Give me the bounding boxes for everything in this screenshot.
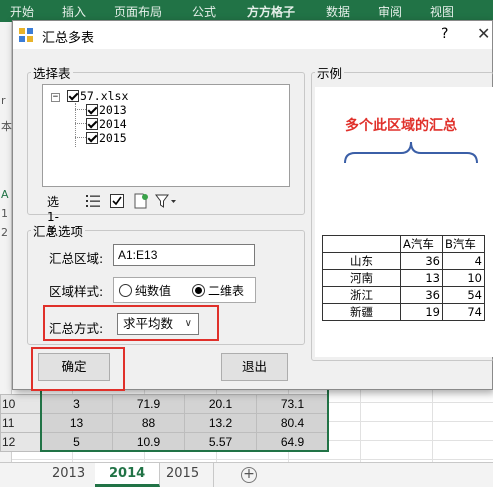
- app-icon: [19, 28, 33, 42]
- sheet-tab-bar: 2013 2014 2015 +: [0, 462, 493, 487]
- ribbon-tab[interactable]: 数据: [326, 3, 350, 20]
- sheet-tab-2015[interactable]: 2015: [152, 463, 215, 487]
- ribbon-tab[interactable]: 视图: [430, 3, 454, 20]
- table-cell: 74: [442, 303, 485, 321]
- example-legend: 示例: [317, 66, 343, 81]
- sheet-tree[interactable]: − 57.xlsx 2013 2014 2015: [42, 84, 290, 187]
- radio-label: 纯数值: [135, 284, 172, 298]
- table-cell: 10: [442, 269, 485, 287]
- select-sheets-legend: 选择表: [33, 66, 71, 81]
- table-cell: 4: [442, 252, 485, 270]
- ribbon-tab[interactable]: 开始: [10, 3, 34, 20]
- help-icon[interactable]: ?: [441, 26, 448, 42]
- table-row: 浙江 36 54: [322, 286, 485, 304]
- radio-label: 二维表: [208, 284, 245, 298]
- table-cell: 河南: [322, 269, 401, 287]
- radio-pure-values[interactable]: 纯数值: [119, 282, 171, 299]
- row-header[interactable]: 12: [0, 432, 41, 452]
- row-header-fragment: 2: [1, 226, 8, 239]
- brace-icon: [344, 141, 478, 164]
- summary-options-legend: 汇总选项: [33, 224, 84, 239]
- list-icon[interactable]: [85, 193, 101, 209]
- checkbox-2014[interactable]: [86, 118, 98, 130]
- table-cell: 36: [400, 252, 443, 270]
- excel-ribbon: 开始 插入 页面布局 公式 方方格子 数据 审阅 视图: [0, 0, 493, 22]
- close-icon[interactable]: ✕: [477, 24, 490, 43]
- check-all-icon[interactable]: [109, 193, 125, 209]
- table-row: A汽车 B汽车: [322, 235, 485, 253]
- highlight-ok: [31, 347, 125, 391]
- tree-item[interactable]: 2015: [86, 131, 127, 145]
- tree-root-label: 57.xlsx: [79, 89, 129, 103]
- dialog-title: 汇总多表: [42, 31, 95, 46]
- radio-2d-table[interactable]: 二维表: [192, 282, 244, 299]
- example-preview: 多个此区域的汇总 A汽车 B汽车 山东 36 4 河南 13 10 浙江 36: [315, 87, 493, 357]
- tree-item-label: 2014: [99, 117, 127, 131]
- tree-item[interactable]: 2013: [86, 103, 127, 117]
- tree-item-label: 2015: [99, 131, 127, 145]
- checkbox-root[interactable]: [66, 90, 79, 102]
- ribbon-tab[interactable]: 方方格子: [247, 3, 295, 20]
- selection-border: [40, 385, 329, 452]
- sheet-tab-2013[interactable]: 2013: [38, 463, 101, 487]
- ribbon-tab[interactable]: 审阅: [378, 3, 402, 20]
- tree-item-label: 2013: [99, 103, 127, 117]
- checkbox-2015[interactable]: [86, 132, 98, 144]
- area-label: 汇总区域:: [49, 251, 104, 266]
- table-cell: 浙江: [322, 286, 401, 304]
- exit-button[interactable]: 退出: [221, 353, 288, 381]
- row-header-fragment: 1: [1, 207, 8, 220]
- table-row: 河南 13 10: [322, 269, 485, 287]
- new-document-icon[interactable]: [133, 193, 149, 209]
- sheet-tab-2014[interactable]: 2014: [95, 463, 161, 487]
- ribbon-tab[interactable]: 页面布局: [114, 3, 162, 20]
- column-header-fragment: A: [1, 188, 9, 201]
- example-title: 多个此区域的汇总: [345, 118, 457, 134]
- table-cell: 新疆: [322, 303, 401, 321]
- table-header: B汽车: [442, 235, 485, 253]
- table-row: 山东 36 4: [322, 252, 485, 270]
- table-cell: 36: [400, 286, 443, 304]
- dialog-titlebar: 汇总多表 ? ✕: [13, 21, 492, 49]
- table-header: A汽车: [400, 235, 443, 253]
- highlight-method: [43, 305, 219, 341]
- radio-circle[interactable]: [192, 284, 205, 297]
- table-cell: 54: [442, 286, 485, 304]
- row-header[interactable]: 11: [0, 413, 41, 433]
- ribbon-tab[interactable]: 公式: [192, 3, 216, 20]
- checkbox-2013[interactable]: [86, 104, 98, 116]
- row-header[interactable]: 10: [0, 394, 41, 414]
- area-input[interactable]: A1:E13: [113, 244, 255, 266]
- table-row: 新疆 19 74: [322, 303, 485, 321]
- style-radio-group: 纯数值 二维表: [113, 277, 256, 303]
- tree-root[interactable]: − 57.xlsx: [51, 89, 128, 103]
- style-label: 区域样式:: [49, 284, 104, 299]
- table-cell: 山东: [322, 252, 401, 270]
- example-table: A汽车 B汽车 山东 36 4 河南 13 10 浙江 36 54 新疆 19: [322, 235, 485, 321]
- tree-item[interactable]: 2014: [86, 117, 127, 131]
- ribbon-fragment: 本: [1, 120, 12, 133]
- filter-icon[interactable]: [155, 193, 177, 209]
- radio-circle[interactable]: [119, 284, 132, 297]
- table-header: [322, 235, 401, 253]
- table-cell: 13: [400, 269, 443, 287]
- add-sheet-icon[interactable]: +: [241, 467, 257, 483]
- ribbon-fragment: r: [1, 94, 6, 107]
- summary-dialog: 汇总多表 ? ✕ 选择表 − 57.xlsx 2013 2014 2015 选1…: [12, 20, 493, 391]
- collapse-icon[interactable]: −: [51, 93, 60, 102]
- table-cell: 19: [400, 303, 443, 321]
- ribbon-tab[interactable]: 插入: [62, 3, 86, 20]
